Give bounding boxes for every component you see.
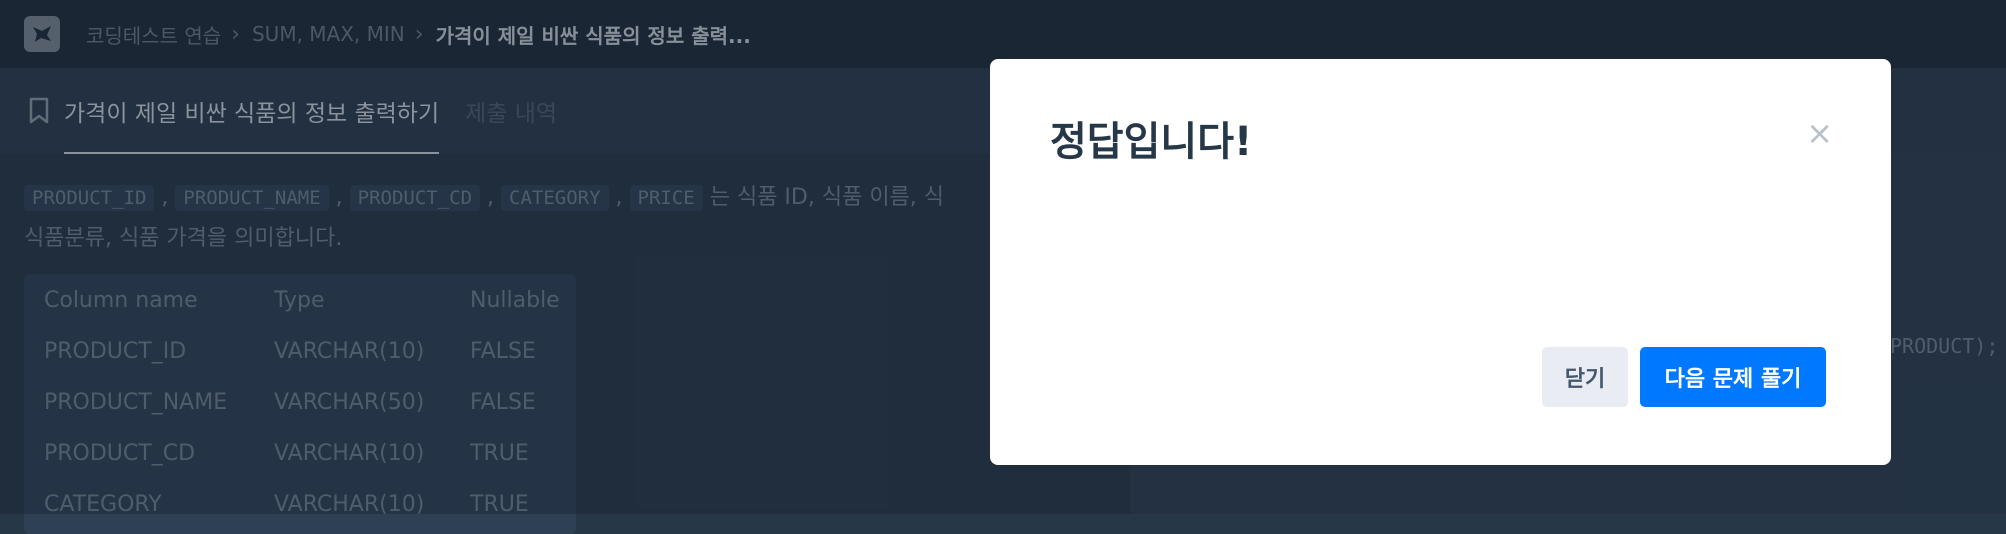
next-problem-button[interactable]: 다음 문제 풀기	[1640, 347, 1826, 407]
modal-title: 정답입니다!	[1050, 119, 1253, 165]
result-modal: 정답입니다! × 닫기 다음 문제 풀기	[990, 59, 1891, 465]
close-icon[interactable]: ×	[1806, 117, 1833, 149]
close-button[interactable]: 닫기	[1542, 347, 1628, 407]
